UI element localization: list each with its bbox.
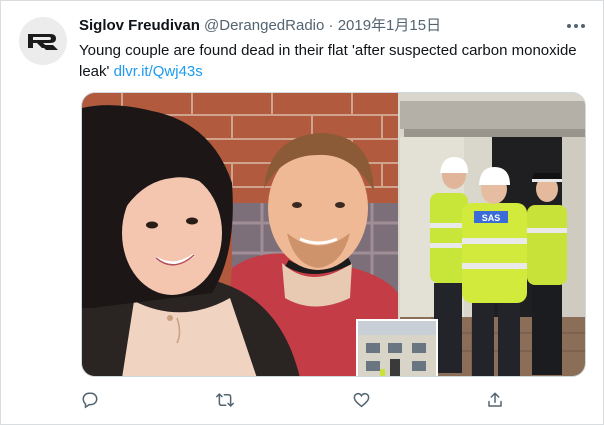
like-icon <box>353 392 369 408</box>
retweet-icon <box>216 393 234 407</box>
tweet-media[interactable]: SAS <box>81 92 586 377</box>
tweet-card: Siglov Freudivan @DerangedRadio · 2019年1… <box>0 0 604 425</box>
retweet-button[interactable] <box>214 389 236 411</box>
like-button[interactable] <box>350 389 372 411</box>
share-icon <box>488 392 502 407</box>
media-image: SAS <box>82 93 585 376</box>
tweet-header: Siglov Freudivan @DerangedRadio · 2019年1… <box>79 16 549 36</box>
tweet-text: Young couple are found dead in their fla… <box>79 40 591 82</box>
reply-button[interactable] <box>79 389 101 411</box>
author-handle[interactable]: @DerangedRadio <box>204 17 324 34</box>
tweet-link[interactable]: dlvr.it/Qwj43s <box>114 63 203 80</box>
tweet-date[interactable]: 2019年1月15日 <box>338 17 441 34</box>
author-name[interactable]: Siglov Freudivan <box>79 17 200 34</box>
avatar[interactable] <box>19 17 67 65</box>
vest-label: SAS <box>482 213 501 223</box>
more-options-icon[interactable] <box>561 15 591 37</box>
deranged-radio-logo-icon <box>19 17 67 65</box>
tweet-actions <box>1 389 604 411</box>
share-button[interactable] <box>484 389 506 411</box>
header-separator: · <box>328 17 334 34</box>
reply-icon <box>82 392 98 409</box>
